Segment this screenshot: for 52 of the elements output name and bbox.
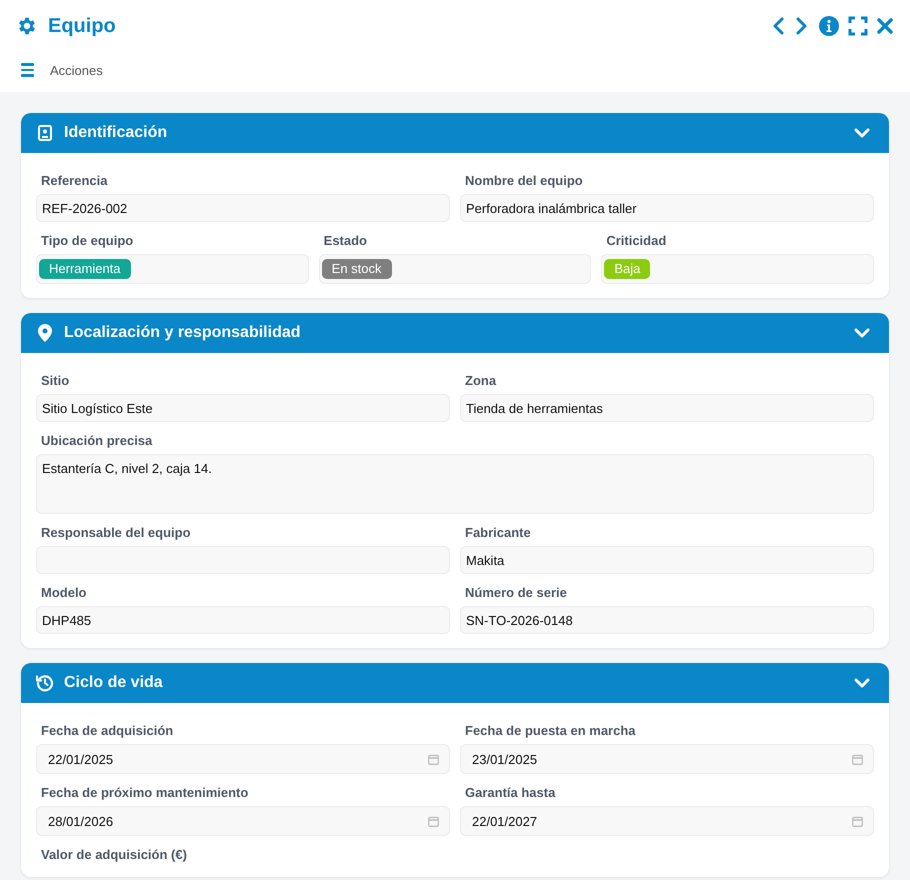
close-button[interactable] bbox=[876, 17, 894, 35]
history-icon bbox=[36, 674, 54, 692]
badge-icon bbox=[38, 125, 52, 141]
field-label: Sitio bbox=[40, 373, 70, 389]
field-label: Fecha de próximo mantenimiento bbox=[40, 785, 250, 801]
field-label: Ubicación precisa bbox=[40, 433, 154, 449]
section-header[interactable]: Ciclo de vida bbox=[21, 663, 889, 703]
field-label: Zona bbox=[464, 373, 498, 389]
text-area[interactable]: Estantería C, nivel 2, caja 14. bbox=[36, 454, 874, 514]
field-label: Referencia bbox=[40, 173, 108, 189]
field-label: Criticidad bbox=[605, 233, 668, 249]
field-label: Modelo bbox=[40, 585, 88, 601]
field-label: Fecha de adquisición bbox=[40, 723, 174, 739]
section-title: Ciclo de vida bbox=[64, 674, 164, 692]
text-field[interactable]: REF-2026-002 bbox=[36, 194, 450, 222]
chevron-down-icon[interactable] bbox=[854, 327, 870, 339]
section-title: Localización y responsabilidad bbox=[64, 324, 302, 342]
date-field[interactable]: 22/01/2025 bbox=[36, 744, 450, 774]
text-field[interactable]: Makita bbox=[460, 546, 874, 574]
section-header[interactable]: Identificación bbox=[21, 113, 889, 153]
field-label: Garantía hasta bbox=[464, 785, 556, 801]
actions-menu-label[interactable]: Acciones bbox=[50, 62, 103, 78]
map-pin-icon bbox=[38, 324, 52, 342]
window-title: Equipo bbox=[48, 14, 117, 38]
status-tag: Herramienta bbox=[39, 259, 131, 279]
gear-icon bbox=[16, 15, 38, 37]
field-label: Estado bbox=[322, 233, 368, 249]
date-field[interactable]: 28/01/2026 bbox=[36, 806, 450, 836]
fullscreen-button[interactable] bbox=[848, 16, 868, 36]
field-label: Responsable del equipo bbox=[40, 525, 192, 541]
chevron-down-icon[interactable] bbox=[854, 127, 870, 139]
field-label: Valor de adquisición (€) bbox=[40, 847, 188, 863]
field-label: Número de serie bbox=[464, 585, 568, 601]
status-tag: En stock bbox=[322, 259, 392, 279]
section-title: Identificación bbox=[64, 124, 168, 142]
select-field[interactable]: En stock bbox=[318, 254, 592, 284]
section-header[interactable]: Localización y responsabilidad bbox=[21, 313, 889, 353]
chevron-down-icon[interactable] bbox=[854, 677, 870, 689]
date-field[interactable]: 22/01/2027 bbox=[460, 806, 874, 836]
text-field[interactable]: Tienda de herramientas bbox=[460, 394, 874, 422]
text-field[interactable]: Perforadora inalámbrica taller bbox=[460, 194, 874, 222]
field-label: Fabricante bbox=[464, 525, 532, 541]
field-label: Fecha de puesta en marcha bbox=[464, 723, 637, 739]
text-field[interactable]: DHP485 bbox=[36, 606, 450, 634]
field-label: Nombre del equipo bbox=[464, 173, 584, 189]
field-label: Tipo de equipo bbox=[40, 233, 134, 249]
text-field[interactable]: Sitio Logístico Este bbox=[36, 394, 450, 422]
info-button[interactable] bbox=[818, 15, 840, 37]
text-field[interactable]: SN-TO-2026-0148 bbox=[460, 606, 874, 634]
menu-icon[interactable] bbox=[21, 63, 34, 77]
date-field[interactable]: 23/01/2025 bbox=[460, 744, 874, 774]
status-tag: Baja bbox=[604, 259, 650, 279]
